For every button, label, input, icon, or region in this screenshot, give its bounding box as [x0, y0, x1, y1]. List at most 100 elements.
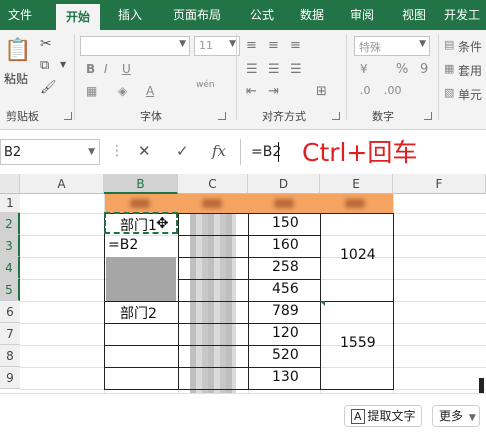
copy-icon[interactable]: ⧉ — [40, 58, 49, 73]
number-format-select[interactable]: 特殊 ▼ — [354, 36, 430, 56]
column-header-c[interactable]: C — [178, 174, 248, 194]
column-header-d[interactable]: D — [248, 174, 320, 194]
column-header-a[interactable]: A — [20, 174, 104, 194]
font-launcher-icon[interactable] — [218, 112, 226, 120]
excel-window: { "tabs": [ {"label": "文件", "active": fa… — [0, 0, 486, 433]
clipboard-group-label: 剪贴板 — [6, 110, 39, 123]
copy-dropdown-icon[interactable]: ▼ — [60, 60, 66, 69]
row-header-6[interactable]: 6 — [0, 301, 20, 323]
decrease-decimal-icon[interactable]: .00 — [384, 84, 402, 97]
formula-text: =B2 — [251, 144, 282, 160]
bold-button[interactable]: B — [86, 62, 95, 76]
row-header-2[interactable]: 2 — [0, 213, 20, 235]
row-header-5[interactable]: 5 — [0, 279, 20, 301]
row-header-8[interactable]: 8 — [0, 345, 20, 367]
fill-color-icon[interactable]: ◈ — [118, 84, 127, 98]
selected-empty-cell[interactable] — [106, 279, 176, 301]
cancel-icon[interactable]: ✕ — [138, 142, 151, 160]
underline-button[interactable]: U — [122, 62, 131, 76]
cell-styles-icon[interactable]: ▧ — [444, 86, 454, 99]
tab-developer[interactable]: 开发工 — [444, 0, 486, 30]
cell-cursor-icon: ✥ — [156, 214, 169, 232]
percent-button[interactable]: % — [396, 62, 408, 77]
align-bottom-icon[interactable]: ≡ — [290, 38, 301, 53]
row-header-1[interactable]: 1 — [0, 194, 20, 213]
column-header-e[interactable]: E — [320, 174, 393, 194]
name-box[interactable]: B2 ▼ — [0, 139, 100, 165]
indent-decrease-icon[interactable]: ⇤ — [246, 84, 257, 99]
phonetic-button[interactable]: wén — [196, 80, 215, 90]
font-size-select[interactable]: 11 ▼ — [194, 36, 240, 56]
cell-d5[interactable]: 456 — [272, 281, 299, 297]
format-as-table-button[interactable]: 套用 — [458, 62, 482, 79]
shortcut-annotation: Ctrl+回车 — [302, 138, 418, 167]
align-middle-icon[interactable]: ≡ — [268, 38, 279, 53]
cell-d8[interactable]: 520 — [272, 347, 299, 363]
number-launcher-icon[interactable] — [424, 112, 432, 120]
column-header-f[interactable]: F — [393, 174, 486, 194]
paste-icon[interactable]: 📋 — [4, 38, 31, 63]
cell-d7[interactable]: 120 — [272, 325, 299, 341]
merge-center-icon[interactable]: ⊞ — [316, 84, 327, 99]
tab-home[interactable]: 开始 — [56, 4, 100, 30]
indent-increase-icon[interactable]: ⇥ — [268, 84, 279, 99]
tab-data[interactable]: 数据 — [290, 0, 334, 30]
increase-decimal-icon[interactable]: .0 — [360, 84, 371, 97]
tab-insert[interactable]: 插入 — [108, 0, 152, 30]
align-right-icon[interactable]: ☰ — [290, 62, 302, 77]
format-painter-icon[interactable]: 🖌 — [40, 80, 57, 95]
error-indicator-icon — [320, 301, 325, 306]
alignment-group-label: 对齐方式 — [262, 110, 306, 123]
font-name-select[interactable]: ▼ — [80, 36, 190, 56]
selected-empty-cell[interactable] — [106, 257, 176, 279]
tab-formulas[interactable]: 公式 — [240, 0, 284, 30]
column-header-b[interactable]: B — [104, 174, 178, 194]
clipboard-launcher-icon[interactable] — [64, 112, 72, 120]
row-header-4[interactable]: 4 — [0, 257, 20, 279]
row-header-3[interactable]: 3 — [0, 235, 20, 257]
cell-b3[interactable]: =B2 — [108, 237, 138, 253]
extract-text-button[interactable]: A 提取文字 — [344, 405, 422, 427]
font-color-icon[interactable]: A — [146, 84, 154, 98]
number-format-value: 特殊 — [359, 41, 381, 54]
select-all-corner[interactable] — [0, 174, 20, 194]
row-header-7[interactable]: 7 — [0, 323, 20, 345]
more-options-icon: ⋮ — [110, 143, 124, 159]
more-button[interactable]: 更多 ▼ — [432, 405, 480, 427]
cut-icon[interactable]: ✂ — [40, 36, 52, 52]
cell-e6-merged[interactable]: 1559 — [340, 335, 376, 351]
conditional-format-icon[interactable]: ▤ — [444, 38, 454, 51]
tab-view[interactable]: 视图 — [392, 0, 436, 30]
cell-b6[interactable]: 部门2 — [120, 303, 157, 323]
tab-page-layout[interactable]: 页面布局 — [162, 0, 232, 30]
comma-style-button[interactable]: 9 — [420, 62, 428, 77]
bottom-bar: A 提取文字 更多 ▼ — [0, 393, 486, 433]
alignment-launcher-icon[interactable] — [332, 112, 340, 120]
align-left-icon[interactable]: ☰ — [246, 62, 258, 77]
currency-icon[interactable]: ¥ — [360, 62, 368, 76]
insert-function-button[interactable]: fx — [212, 142, 226, 160]
align-center-icon[interactable]: ☰ — [268, 62, 280, 77]
paste-label[interactable]: 粘贴 — [4, 70, 28, 87]
italic-button[interactable]: I — [104, 62, 108, 76]
format-as-table-icon[interactable]: ▦ — [444, 62, 454, 75]
blurred-header-text — [274, 199, 294, 208]
chevron-down-icon: ▼ — [88, 147, 95, 157]
cell-e2-merged[interactable]: 1024 — [340, 247, 376, 263]
conditional-format-button[interactable]: 条件 — [458, 38, 482, 55]
tab-file[interactable]: 文件 — [0, 0, 40, 30]
tab-review[interactable]: 审阅 — [340, 0, 384, 30]
cell-d6[interactable]: 789 — [272, 303, 299, 319]
table-border — [178, 235, 320, 236]
cell-styles-button[interactable]: 单元 — [458, 86, 482, 103]
font-size-value: 11 — [199, 39, 213, 52]
cell-d2[interactable]: 150 — [272, 215, 299, 231]
cell-d9[interactable]: 130 — [272, 369, 299, 385]
number-group-label: 数字 — [372, 110, 394, 123]
row-header-9[interactable]: 9 — [0, 367, 20, 389]
cell-d4[interactable]: 258 — [272, 259, 299, 275]
borders-icon[interactable]: ▦ — [86, 84, 97, 98]
cell-d3[interactable]: 160 — [272, 237, 299, 253]
align-top-icon[interactable]: ≡ — [246, 38, 257, 53]
enter-icon[interactable]: ✓ — [176, 142, 189, 160]
